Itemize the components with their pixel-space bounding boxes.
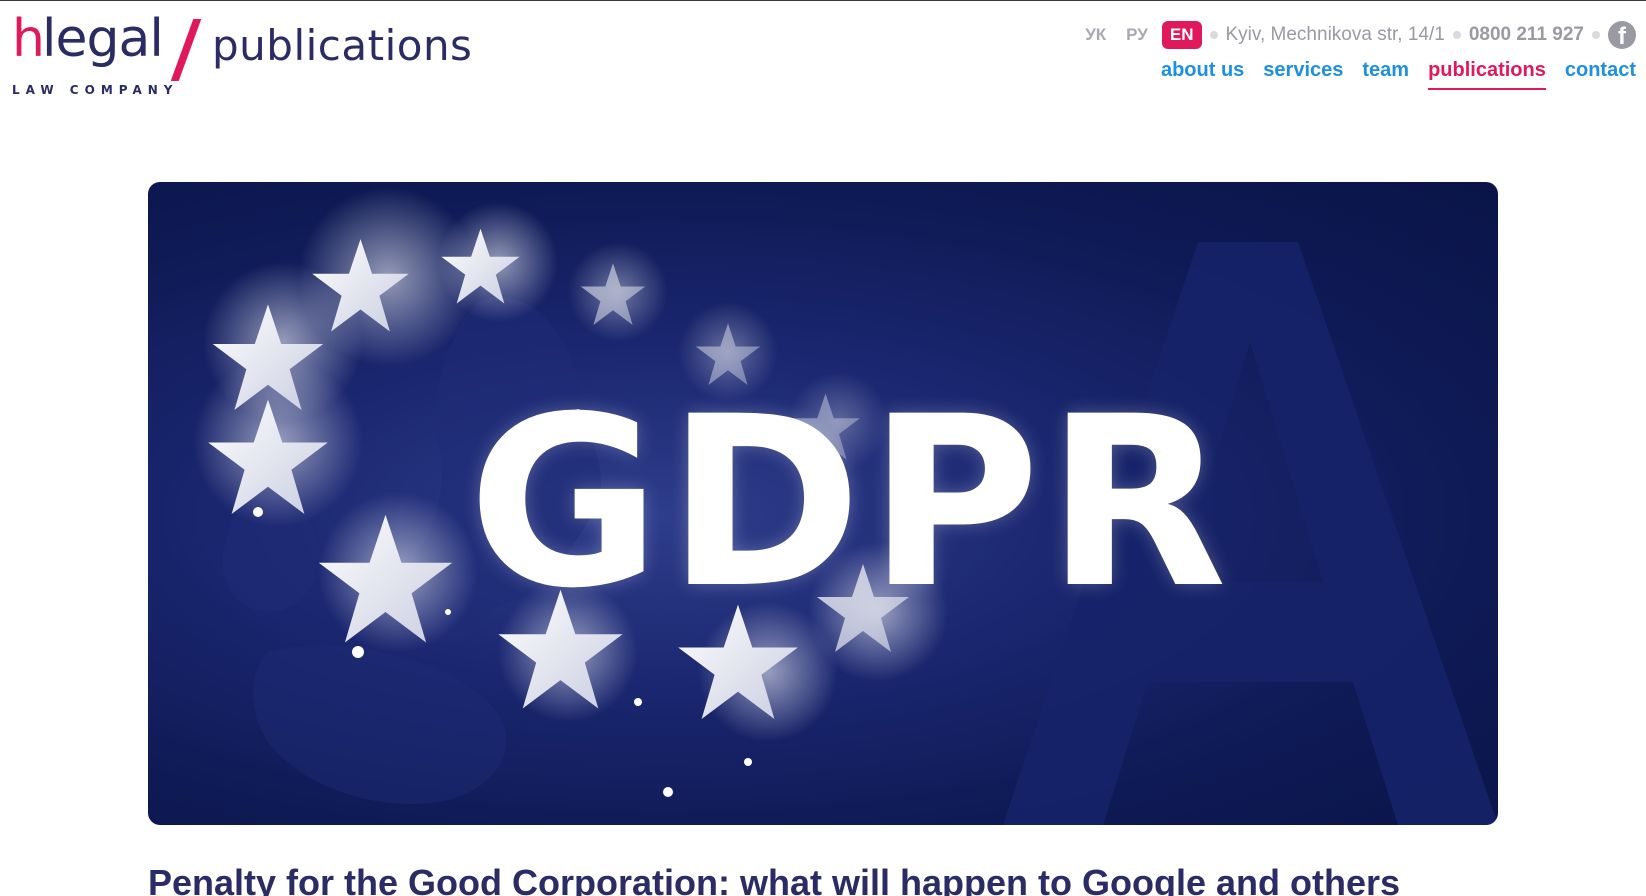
article-title[interactable]: Penalty for the Good Corporation: what w… <box>148 861 1400 896</box>
logo-subtitle: LAW COMPANY <box>12 83 179 97</box>
hero-image: GDPR <box>148 182 1498 825</box>
main-nav: about us services team publications cont… <box>1161 59 1636 90</box>
page: h legal publications LAW COMPANY УК РУ E… <box>0 0 1646 896</box>
language-ru[interactable]: РУ <box>1116 25 1158 45</box>
hero-gdpr-text: GDPR <box>467 367 1234 640</box>
nav-team[interactable]: team <box>1362 59 1409 90</box>
facebook-icon[interactable]: f <box>1608 21 1636 49</box>
nav-services[interactable]: services <box>1263 59 1343 90</box>
language-uk[interactable]: УК <box>1075 25 1116 45</box>
section-title: publications <box>212 21 473 70</box>
logo-wordmark: legal <box>42 9 164 69</box>
separator-dot <box>1209 31 1218 39</box>
site-logo[interactable]: h legal publications LAW COMPANY <box>12 7 512 97</box>
nav-publications[interactable]: publications <box>1428 59 1546 90</box>
phone-link[interactable]: 0800 211 927 <box>1469 24 1584 46</box>
top-bar: УК РУ EN Kyiv, Mechnikova str, 14/1 0800… <box>1075 19 1636 51</box>
nav-about-us[interactable]: about us <box>1161 59 1244 90</box>
nav-contact[interactable]: contact <box>1565 59 1636 90</box>
logo-slash-mark <box>170 19 202 81</box>
language-en[interactable]: EN <box>1161 21 1202 49</box>
separator-dot <box>1592 31 1600 39</box>
address-text: Kyiv, Mechnikova str, 14/1 <box>1225 24 1445 45</box>
separator-dot <box>1452 31 1461 39</box>
logo-letter-h: h <box>12 9 45 69</box>
